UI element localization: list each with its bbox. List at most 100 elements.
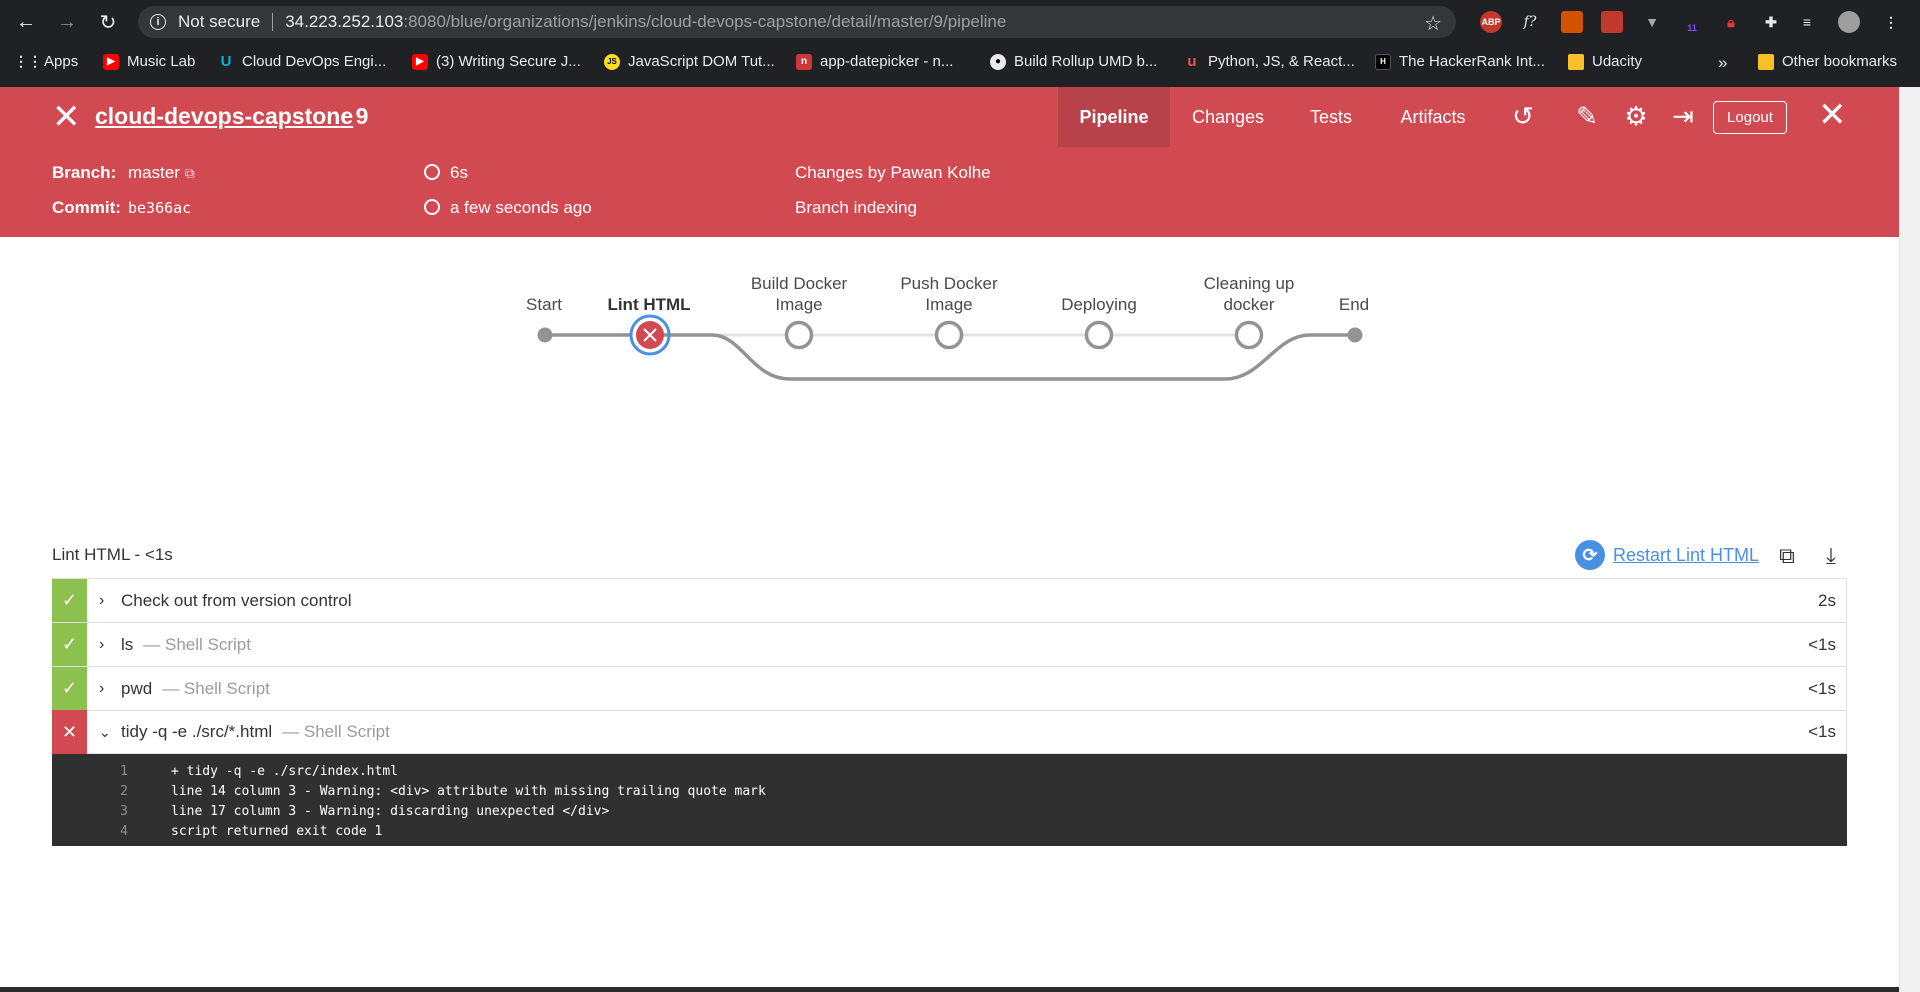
step-row[interactable]: ✓ › Check out from version control 2s	[52, 578, 1847, 623]
step-row[interactable]: ✓ › pwd — Shell Script <1s	[52, 666, 1847, 711]
puzzle-extension-icon[interactable]: ✚	[1760, 11, 1782, 33]
run-header: ✕ cloud-devops-capstone ‹ 9 Pipeline Chan…	[0, 87, 1899, 237]
formula-extension-icon[interactable]: f?	[1519, 11, 1541, 33]
pipeline-graph: Start Lint HTML Build Docker Image Push …	[0, 237, 1899, 437]
url-host: 34.223.252.103	[285, 12, 404, 31]
log-line-text: script returned exit code 1	[171, 823, 383, 839]
lock-extension-icon[interactable]: 🔒︎	[1720, 11, 1742, 33]
timer-icon	[424, 164, 440, 180]
step-type: — Shell Script	[143, 634, 251, 654]
log-line: 1 + tidy -q -e ./src/index.html	[52, 761, 1847, 781]
clock-icon	[424, 199, 440, 215]
step-list: ✓ › Check out from version control 2s ✓ …	[52, 578, 1847, 754]
bookmark-label: Music Lab	[127, 53, 196, 70]
back-icon[interactable]: ←	[14, 10, 38, 34]
restart-stage-button[interactable]: ⟳ Restart Lint HTML	[1575, 540, 1759, 570]
not-built-stage-node[interactable]	[784, 320, 814, 350]
bookmark-label: app-datepicker - n...	[820, 53, 954, 70]
bookmark-label: Cloud DevOps Engi...	[242, 53, 387, 70]
started-value: a few seconds ago	[450, 198, 592, 217]
reading-list-icon[interactable]: ≡	[1796, 11, 1818, 33]
vue-extension-icon[interactable]: ▼	[1641, 11, 1663, 33]
youtube-icon: ▶	[412, 53, 428, 70]
tab-artifacts[interactable]: Artifacts	[1390, 87, 1476, 147]
adblock-extension-icon[interactable]: ABP	[1480, 11, 1502, 33]
bookmark-folder-udacity[interactable]: Udacity	[1568, 53, 1642, 70]
bookmark-item[interactable]: ▶ Music Lab	[103, 53, 195, 70]
branch-name: master	[128, 163, 180, 182]
commit-label: Commit:	[52, 198, 121, 217]
step-name: ls	[121, 634, 134, 654]
branch-label: Branch:	[52, 163, 117, 182]
exit-classic-icon[interactable]: ⇥	[1668, 101, 1698, 131]
close-icon[interactable]: ✕	[52, 100, 81, 134]
bookmark-item[interactable]: H The HackerRank Int...	[1375, 53, 1545, 70]
step-type: — Shell Script	[162, 678, 270, 698]
close-run-icon[interactable]: ✕	[1818, 98, 1847, 132]
chevron-right-icon[interactable]: ›	[99, 592, 119, 610]
gear-icon[interactable]: ⚙	[1621, 101, 1651, 131]
log-line: 4 script returned exit code 1	[52, 821, 1847, 841]
bookmark-item[interactable]: u Python, JS, & React...	[1184, 53, 1354, 70]
stage-label-end: End	[1338, 295, 1370, 314]
bookmark-label: Other bookmarks	[1782, 53, 1898, 70]
bookmark-item[interactable]: U Cloud DevOps Engi...	[218, 53, 387, 70]
tab-changes[interactable]: Changes	[1170, 87, 1286, 147]
bookmark-item[interactable]: ● Build Rollup UMD b...	[990, 53, 1157, 70]
log-line-number[interactable]: 4	[52, 824, 128, 839]
bookmark-label: Udacity	[1592, 53, 1643, 70]
log-line-text: line 14 column 3 - Warning: <div> attrib…	[171, 783, 766, 799]
stage-label-lint-html[interactable]: Lint HTML	[584, 294, 714, 315]
not-built-stage-node[interactable]	[934, 320, 964, 350]
other-bookmarks-folder[interactable]: Other bookmarks	[1758, 53, 1897, 70]
tab-tests[interactable]: Tests	[1286, 87, 1376, 147]
download-icon[interactable]: ⤓	[1818, 543, 1844, 569]
info-icon[interactable]: i	[150, 14, 166, 30]
bookmark-item[interactable]: JS JavaScript DOM Tut...	[604, 53, 775, 70]
step-log: 1 + tidy -q -e ./src/index.html 2 line 14 …	[52, 754, 1847, 846]
tab-pipeline[interactable]: Pipeline	[1058, 87, 1170, 147]
forward-icon[interactable]: →	[55, 10, 79, 34]
extension-icon[interactable]	[1601, 11, 1623, 33]
external-link-icon[interactable]: ⧉	[185, 165, 195, 181]
logout-button[interactable]: Logout	[1713, 101, 1787, 134]
reload-icon[interactable]: ↻	[96, 10, 120, 34]
bookmark-apps[interactable]: ⋮⋮ Apps	[14, 53, 78, 70]
security-label: Not secure	[178, 12, 261, 31]
open-in-new-icon[interactable]: ⧉	[1774, 543, 1800, 569]
not-built-stage-node[interactable]	[1084, 320, 1114, 350]
chevron-right-icon[interactable]: ›	[99, 636, 119, 654]
bookmark-label: JavaScript DOM Tut...	[628, 53, 775, 70]
step-row-failed[interactable]: ✕ ⌄ tidy -q -e ./src/*.html — Shell Scri…	[52, 710, 1847, 754]
step-name: Check out from version control	[121, 590, 352, 610]
stage-label-build-docker-image[interactable]: Build Docker Image	[734, 273, 864, 315]
calculator-extension-icon[interactable]	[1561, 11, 1583, 33]
log-line-number[interactable]: 3	[52, 804, 128, 819]
duration: 6s	[424, 163, 468, 183]
avatar[interactable]	[1838, 11, 1860, 33]
address-bar[interactable]: i Not secure 34.223.252.103:8080/blue/or…	[138, 6, 1456, 38]
page-scrollbar[interactable]	[1899, 87, 1920, 992]
bookmark-star-icon[interactable]: ☆	[1424, 11, 1442, 36]
log-line-number[interactable]: 2	[52, 784, 128, 799]
menu-kebab-icon[interactable]: ⋮	[1880, 11, 1902, 33]
step-row[interactable]: ✓ › ls — Shell Script <1s	[52, 622, 1847, 667]
edit-pencil-icon[interactable]: ✎	[1572, 101, 1602, 131]
more-bookmarks-button[interactable]: »	[1718, 53, 1727, 73]
success-check-icon: ✓	[52, 666, 87, 711]
branch-value[interactable]: master ⧉	[128, 163, 195, 183]
log-line-number[interactable]: 1	[52, 764, 128, 779]
chevron-right-icon[interactable]: ›	[99, 680, 119, 698]
step-name: tidy -q -e ./src/*.html	[121, 722, 273, 741]
pipeline-title-link[interactable]: cloud-devops-capstone	[95, 103, 353, 130]
rerun-icon[interactable]: ↺	[1508, 101, 1538, 131]
start-node	[537, 327, 553, 343]
not-built-stage-node[interactable]	[1234, 320, 1264, 350]
bookmark-item[interactable]: ▶ (3) Writing Secure J...	[412, 53, 581, 70]
notification-extension-icon[interactable]: 11	[1681, 11, 1703, 33]
run-number-value: 9	[355, 103, 369, 129]
stage-label-deploying[interactable]: Deploying	[1034, 294, 1164, 315]
bookmark-item[interactable]: n app-datepicker - n...	[796, 53, 953, 70]
chevron-down-icon[interactable]: ⌄	[99, 724, 119, 741]
stage-label-push-docker-image[interactable]: Push Docker Image	[884, 273, 1014, 315]
